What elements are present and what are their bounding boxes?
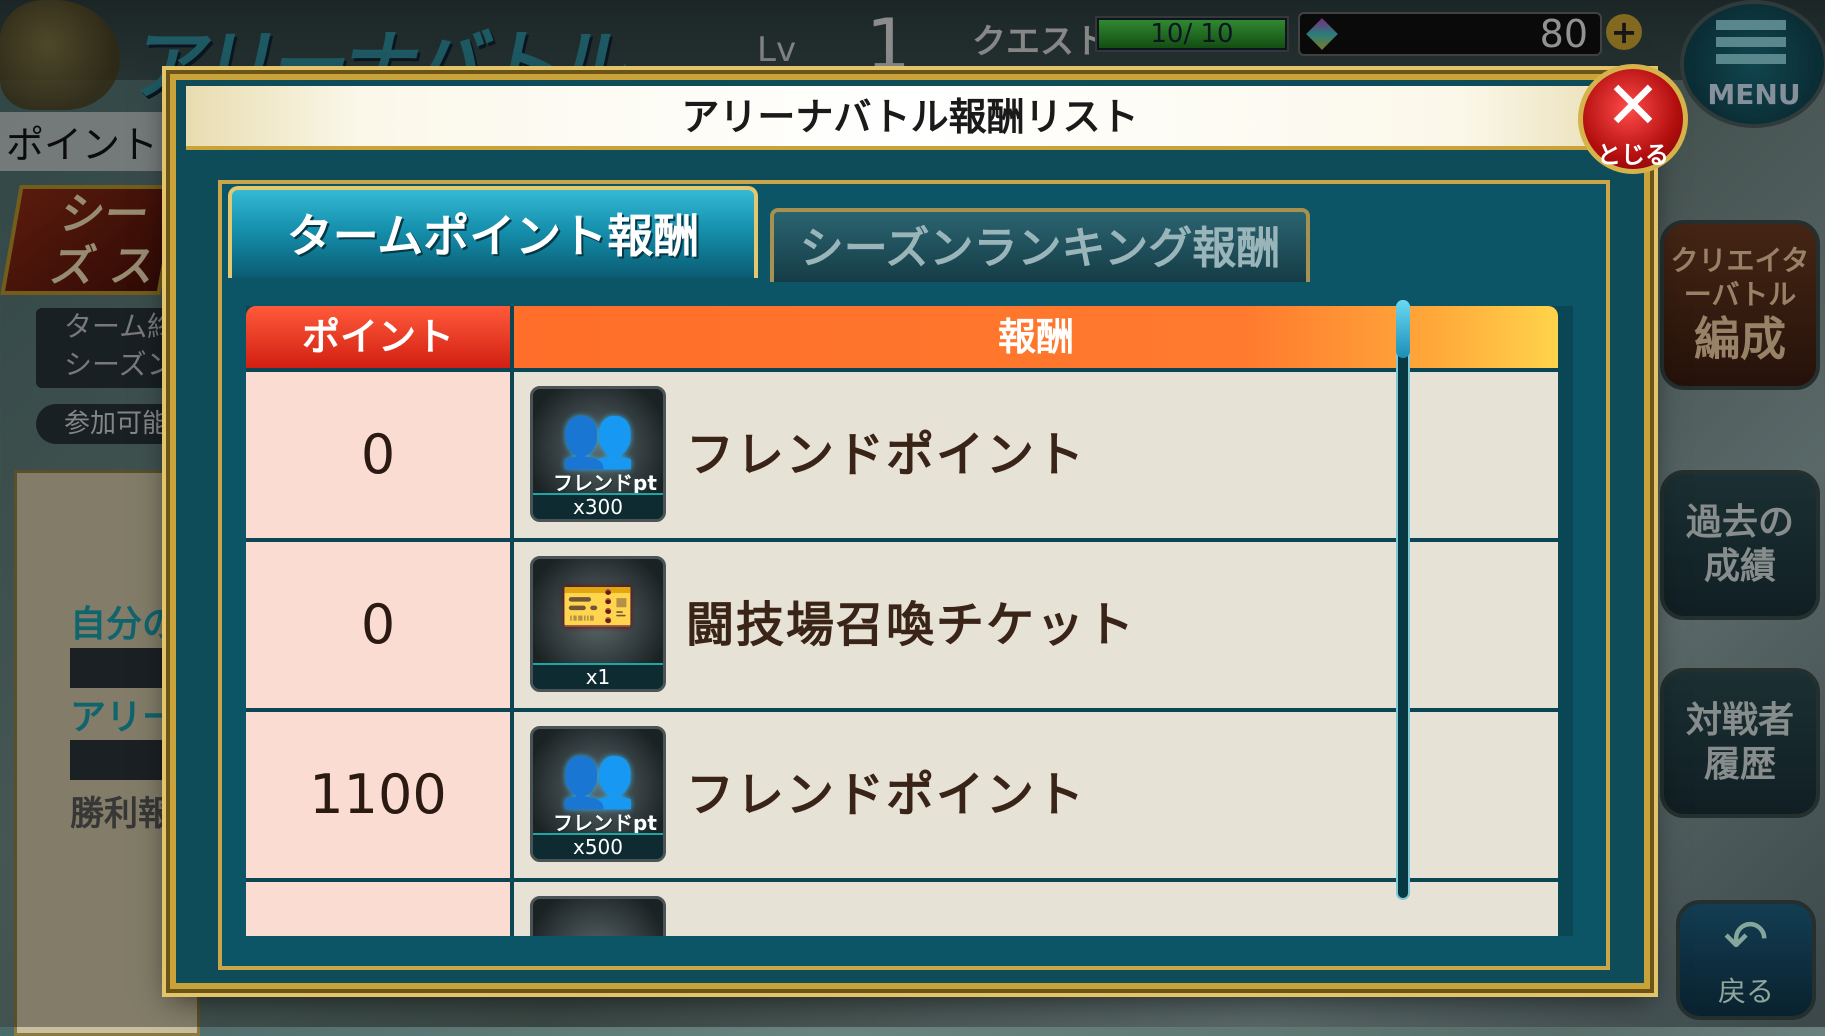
- point-column-header: ポイント: [246, 306, 510, 368]
- reward-list-modal: アリーナバトル報酬リスト シーズンランキング報酬 タームポイント報酬 ポイント …: [170, 74, 1650, 989]
- close-icon: ✕: [1605, 67, 1661, 144]
- add-gem-button[interactable]: +: [1606, 14, 1642, 50]
- gem-counter: 80: [1298, 12, 1602, 56]
- close-label: とじる: [1597, 141, 1669, 169]
- back-button[interactable]: ↶ 戻る: [1676, 900, 1816, 1020]
- back-arrow-icon: ↶: [1723, 908, 1769, 971]
- win-reward-label: 勝利報: [70, 794, 172, 834]
- table-row: 0 👥 フレンドpt x300 フレンドポイント: [246, 372, 1558, 540]
- point-value: 0: [246, 542, 510, 708]
- item-quantity: x300: [533, 493, 663, 519]
- table-row-partial: [246, 882, 1558, 936]
- arena-ticket-icon[interactable]: 🎫 x1: [530, 556, 666, 692]
- info-slot: [70, 740, 180, 780]
- menu-label: MENU: [1707, 78, 1801, 111]
- quest-label: クエスト: [972, 22, 1108, 62]
- friend-silhouette-icon: 👥: [560, 742, 636, 812]
- icon-tag: フレンドpt: [553, 471, 657, 495]
- item-name: フレンドポイント: [686, 767, 1087, 823]
- quest-stamina-text: 10/ 10: [1150, 19, 1234, 49]
- creator-battle-label: クリエイターバトル: [1670, 244, 1810, 311]
- gem-count: 80: [1539, 12, 1588, 56]
- close-button[interactable]: ✕ とじる: [1578, 64, 1688, 174]
- friend-point-icon[interactable]: 👥 フレンドpt x500: [530, 726, 666, 862]
- level-label: Lv: [757, 30, 797, 70]
- friend-silhouette-icon: 👥: [560, 402, 636, 472]
- reward-table[interactable]: ポイント 報酬 0 👥 フレンドpt x300 フレンドポイント 0 🎫 x1: [246, 306, 1573, 936]
- tab-term-point-reward[interactable]: タームポイント報酬: [228, 186, 758, 278]
- list-scrollbar[interactable]: [1396, 300, 1410, 900]
- ticket-icon: 🎫: [560, 572, 636, 642]
- info-slot: [70, 648, 180, 688]
- back-label: 戻る: [1717, 975, 1774, 1008]
- icon-tag: フレンドpt: [553, 811, 657, 835]
- term-info-box: ターム終 シーズン: [36, 308, 186, 388]
- quest-stamina-bar: 10/ 10: [1095, 16, 1289, 52]
- join-available-pill: 参加可能: [36, 404, 186, 444]
- gem-icon: [1306, 18, 1338, 50]
- table-header: ポイント 報酬: [246, 306, 1558, 368]
- past-results-label: 過去の成績: [1685, 502, 1794, 587]
- point-value: 1100: [246, 712, 510, 878]
- friend-point-icon[interactable]: 👥 フレンドpt x300: [530, 386, 666, 522]
- item-name: 闘技場召喚チケット: [686, 597, 1137, 653]
- modal-title-bar: アリーナバトル報酬リスト: [186, 86, 1634, 150]
- point-value: 0: [246, 372, 510, 538]
- creator-battle-edit-button[interactable]: クリエイターバトル 編成: [1660, 220, 1820, 390]
- opponent-history-button[interactable]: 対戦者履歴: [1660, 668, 1820, 818]
- arena-info-label: アリー: [70, 697, 179, 738]
- my-info-label: 自分の: [70, 604, 179, 645]
- table-row: 1100 👥 フレンドpt x500 フレンドポイント: [246, 712, 1558, 880]
- opponent-history-label: 対戦者履歴: [1685, 700, 1794, 785]
- item-quantity: x1: [533, 663, 663, 689]
- item-quantity: x500: [533, 833, 663, 859]
- table-row: 0 🎫 x1 闘技場召喚チケット: [246, 542, 1558, 710]
- point-value: [246, 882, 510, 936]
- past-results-button[interactable]: 過去の成績: [1660, 470, 1820, 620]
- scrollbar-thumb[interactable]: [1396, 300, 1410, 358]
- edit-label: 編成: [1694, 312, 1786, 366]
- item-icon[interactable]: [530, 896, 666, 936]
- modal-title: アリーナバトル報酬リスト: [681, 95, 1139, 139]
- tab-season-ranking-reward[interactable]: シーズンランキング報酬: [770, 208, 1310, 282]
- menu-button[interactable]: MENU: [1680, 0, 1825, 128]
- menu-icon: [1716, 20, 1786, 70]
- season-start-badge: シーズ スター: [0, 185, 180, 295]
- item-name: フレンドポイント: [686, 427, 1087, 483]
